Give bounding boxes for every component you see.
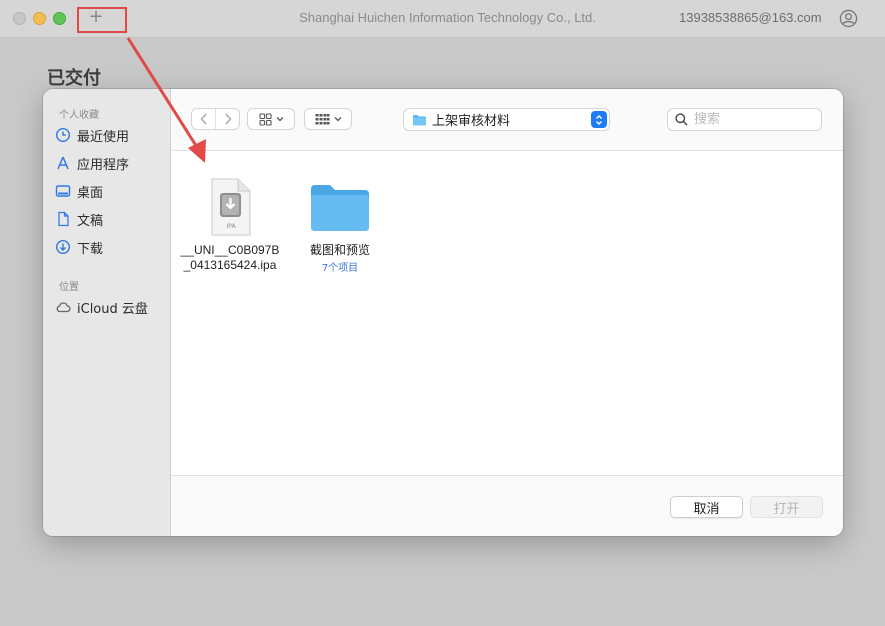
forward-button[interactable] bbox=[215, 109, 239, 129]
zoom-window-button[interactable] bbox=[53, 12, 66, 25]
chevron-down-icon bbox=[276, 117, 283, 122]
sidebar-item-documents[interactable]: 文稿 bbox=[55, 208, 165, 230]
open-button[interactable]: 打开 bbox=[750, 496, 823, 518]
file-item-ipa[interactable]: IPA __UNI__C0B097B _0413165424.ipa bbox=[175, 177, 285, 273]
window-title: Shanghai Huichen Information Technology … bbox=[299, 10, 596, 25]
chevron-right-icon bbox=[224, 113, 231, 125]
file-name-line1: __UNI__C0B097B bbox=[180, 243, 280, 257]
sidebar-item-label: 下载 bbox=[77, 241, 104, 257]
annotation-highlight-box bbox=[77, 7, 127, 33]
file-browser: IPA __UNI__C0B097B _0413165424.ipa 截图和预览… bbox=[171, 151, 843, 475]
sidebar-item-recents[interactable]: 最近使用 bbox=[55, 124, 165, 146]
minimize-window-button[interactable] bbox=[33, 12, 46, 25]
folder-item-screenshots[interactable]: 截图和预览 7个项目 bbox=[285, 177, 395, 274]
sidebar-item-label: 最近使用 bbox=[77, 129, 130, 145]
popup-stepper bbox=[591, 111, 607, 128]
sidebar-item-applications[interactable]: 应用程序 bbox=[55, 152, 165, 174]
sidebar-item-label: iCloud 云盘 bbox=[77, 301, 148, 317]
folder-icon bbox=[413, 114, 426, 125]
desktop-icon bbox=[55, 185, 71, 197]
sidebar-item-label: 桌面 bbox=[77, 185, 104, 201]
chevron-down-icon bbox=[334, 117, 341, 122]
applications-icon bbox=[57, 156, 69, 170]
dialog-footer: 取消 打开 bbox=[171, 475, 843, 536]
sidebar-item-label: 应用程序 bbox=[77, 157, 130, 173]
group-grid-icon bbox=[315, 114, 329, 125]
favorites-section-label: 个人收藏 bbox=[59, 110, 99, 121]
ipa-icon-label: IPA bbox=[226, 223, 236, 230]
file-name-line2: _0413165424.ipa bbox=[183, 258, 277, 272]
group-by-button[interactable] bbox=[304, 108, 352, 130]
folder-name: 截图和预览 bbox=[309, 243, 370, 257]
search-field[interactable] bbox=[667, 108, 822, 131]
document-icon bbox=[58, 211, 69, 227]
sidebar-item-icloud-drive[interactable]: iCloud 云盘 bbox=[55, 296, 165, 318]
icon-view-button[interactable] bbox=[247, 108, 295, 130]
close-window-button[interactable] bbox=[13, 12, 26, 25]
download-icon bbox=[55, 239, 71, 255]
sidebar-item-desktop[interactable]: 桌面 bbox=[55, 180, 165, 202]
folder-item-count: 7个项目 bbox=[321, 263, 359, 274]
folder-icon bbox=[311, 185, 369, 231]
open-file-dialog: 个人收藏 最近使用 应用程序 桌面 文稿 下载 位置 iCloud 云盘 上架审… bbox=[43, 89, 843, 536]
dialog-toolbar: 上架审核材料 bbox=[171, 89, 843, 151]
navigation-buttons bbox=[191, 108, 240, 130]
ipa-file-icon: IPA bbox=[211, 178, 251, 236]
account-email[interactable]: 13938538865@163.com bbox=[679, 10, 822, 25]
search-input[interactable] bbox=[694, 112, 814, 127]
search-icon bbox=[675, 113, 688, 126]
clock-icon bbox=[55, 127, 71, 143]
page-heading: 已交付 bbox=[47, 68, 101, 89]
cloud-icon bbox=[56, 302, 71, 313]
locations-section-label: 位置 bbox=[59, 282, 79, 293]
title-bar: + Shanghai Huichen Information Technolog… bbox=[0, 0, 885, 38]
sidebar-item-downloads[interactable]: 下载 bbox=[55, 236, 165, 258]
chevron-left-icon bbox=[200, 113, 207, 125]
sidebar: 个人收藏 最近使用 应用程序 桌面 文稿 下载 位置 iCloud 云盘 bbox=[43, 89, 171, 536]
sidebar-item-label: 文稿 bbox=[77, 213, 104, 229]
grid-icon bbox=[258, 112, 272, 126]
location-popup[interactable]: 上架审核材料 bbox=[403, 108, 610, 131]
cancel-button[interactable]: 取消 bbox=[670, 496, 743, 518]
user-account-icon[interactable] bbox=[839, 9, 858, 28]
location-popup-label: 上架审核材料 bbox=[432, 114, 511, 129]
back-button[interactable] bbox=[192, 109, 215, 129]
up-down-chevron-icon bbox=[596, 114, 602, 125]
